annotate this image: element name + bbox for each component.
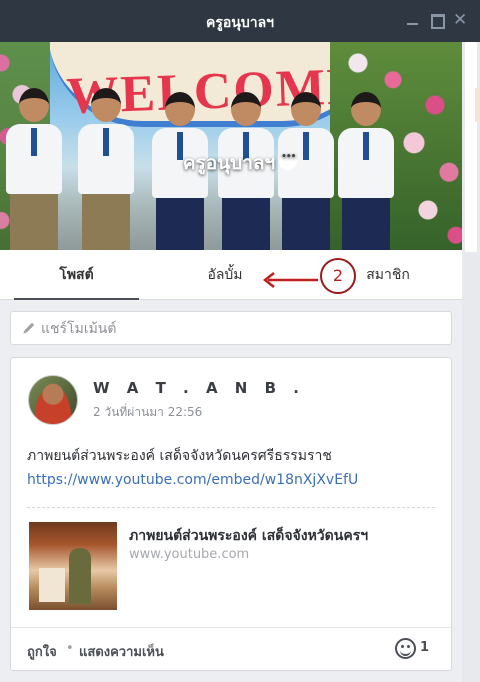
- scrollbar[interactable]: [462, 42, 480, 682]
- annotation-arrow-icon: [262, 272, 318, 288]
- link-preview-thumbnail[interactable]: [29, 522, 117, 610]
- group-name-overlay: ครูอนุบาลฯ: [0, 148, 480, 178]
- link-preview-title[interactable]: ภาพยนต์ส่วนพระองค์ เสด็จจังหวัดนครฯ: [129, 525, 368, 547]
- avatar[interactable]: [28, 375, 78, 425]
- post-author[interactable]: W A T . A N B .: [93, 379, 305, 397]
- smiley-icon[interactable]: [395, 638, 416, 659]
- divider: [27, 507, 435, 508]
- share-moment-input[interactable]: [41, 318, 441, 340]
- chat-bubble-icon[interactable]: [279, 152, 298, 170]
- minimize-button[interactable]: [406, 13, 420, 27]
- link-preview-domain: www.youtube.com: [129, 547, 250, 562]
- post-body: ภาพยนต์ส่วนพระองค์ เสด็จจังหวัดนครศรีธรร…: [27, 444, 437, 492]
- close-icon[interactable]: ✕: [453, 12, 467, 29]
- share-moment-composer[interactable]: [10, 311, 452, 345]
- pencil-icon: [23, 322, 35, 334]
- tab-bar: โพสต์ อัลบั้ม สมาชิก: [0, 250, 462, 300]
- tab-members[interactable]: สมาชิก: [358, 250, 418, 300]
- like-button[interactable]: ถูกใจ: [27, 641, 57, 662]
- comment-button[interactable]: แสดงความเห็น: [79, 641, 164, 662]
- tab-posts[interactable]: โพสต์: [14, 250, 139, 300]
- post-text: ภาพยนต์ส่วนพระองค์ เสด็จจังหวัดนครศรีธรร…: [27, 448, 332, 464]
- post-link[interactable]: https://www.youtube.com/embed/w18nXjXvEf…: [27, 472, 358, 488]
- maximize-button[interactable]: [430, 13, 445, 29]
- cover-photo[interactable]: WELCOME: [0, 42, 462, 250]
- tab-albums[interactable]: อัลบั้ม: [190, 250, 260, 300]
- reaction-count: 1: [420, 640, 430, 655]
- title-bar: ครูอนุบาลฯ ✕: [0, 0, 480, 42]
- post-timestamp: 2 วันที่ผ่านมา 22:56: [93, 405, 203, 419]
- separator-dot: •: [66, 641, 74, 656]
- scrollbar-thumb[interactable]: [465, 42, 480, 252]
- group-name: ครูอนุบาลฯ: [182, 152, 276, 174]
- post-actions: ถูกใจ • แสดงความเห็น 1: [11, 627, 451, 670]
- post-card: W A T . A N B . 2 วันที่ผ่านมา 22:56 ภาพ…: [10, 357, 452, 671]
- annotation-number: 2: [320, 258, 356, 294]
